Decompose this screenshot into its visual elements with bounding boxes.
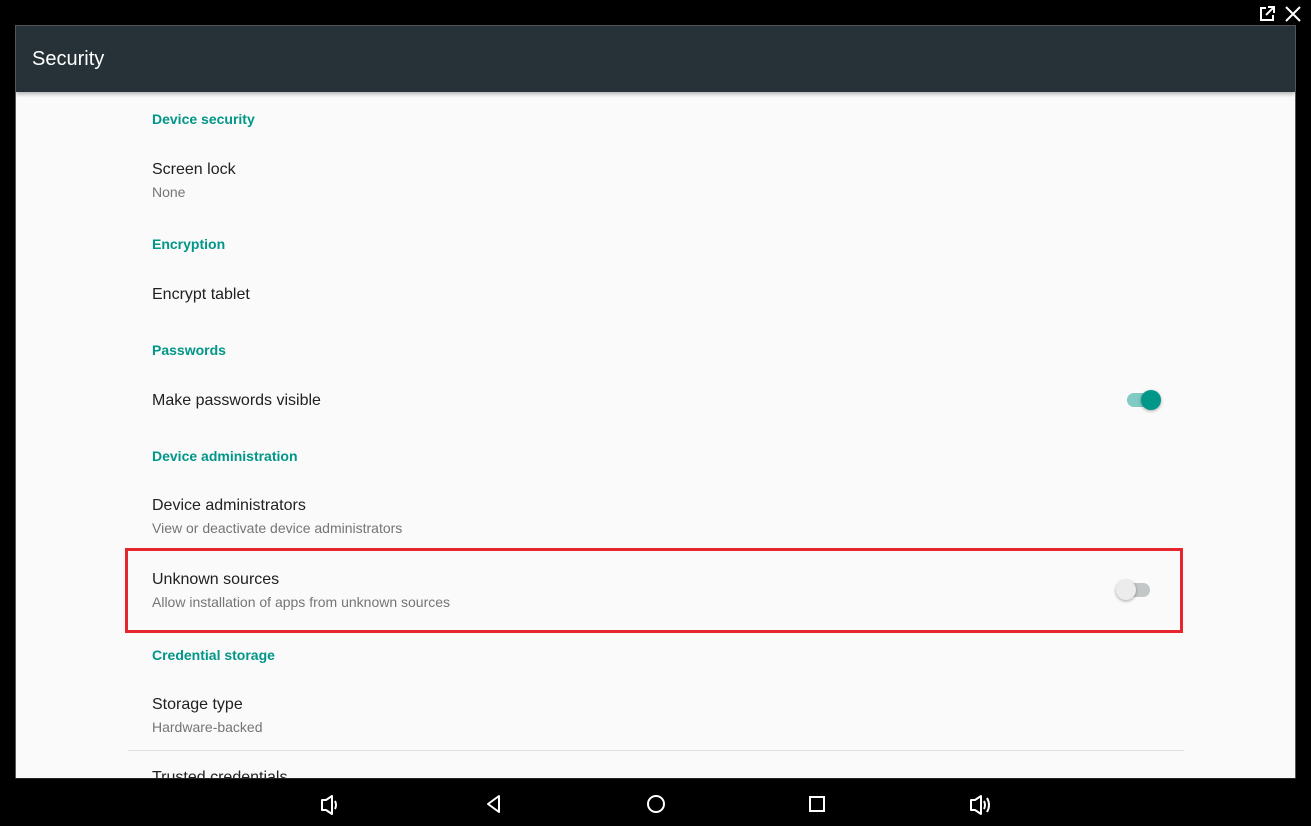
- pref-title: Make passwords visible: [152, 392, 321, 409]
- pref-summary: Hardware-backed: [152, 719, 263, 735]
- pref-title: Screen lock: [152, 161, 236, 178]
- make-passwords-visible-switch[interactable]: [1125, 390, 1161, 410]
- category-credential-storage: Credential storage: [152, 647, 275, 663]
- external-link-icon[interactable]: [1257, 4, 1277, 24]
- pref-encrypt-tablet[interactable]: Encrypt tablet: [152, 286, 1295, 304]
- unknown-sources-switch[interactable]: [1116, 580, 1152, 600]
- app-bar: Security: [16, 26, 1295, 92]
- category-encryption: Encryption: [152, 236, 226, 252]
- pref-title: Storage type: [152, 696, 243, 713]
- pref-summary: None: [152, 184, 186, 200]
- window-controls: [1257, 4, 1303, 24]
- recents-icon[interactable]: [804, 791, 830, 817]
- category-device-administration: Device administration: [152, 448, 298, 464]
- close-icon[interactable]: [1283, 4, 1303, 24]
- back-icon[interactable]: [481, 791, 507, 817]
- pref-title: Device administrators: [152, 497, 306, 514]
- switch-thumb: [1116, 580, 1136, 600]
- pref-device-administrators[interactable]: Device administrators View or deactivate…: [152, 497, 1295, 536]
- category-device-security: Device security: [152, 111, 255, 127]
- pref-summary: View or deactivate device administrators: [152, 520, 403, 536]
- pref-title: Trusted credentials: [152, 769, 288, 778]
- android-screen: Security Device security Screen lock Non…: [15, 25, 1296, 778]
- pref-trusted-credentials[interactable]: Trusted credentials: [152, 769, 1295, 778]
- category-passwords: Passwords: [152, 342, 226, 358]
- navigation-bar: [15, 778, 1296, 826]
- volume-down-icon[interactable]: [317, 791, 343, 817]
- pref-title: Encrypt tablet: [152, 286, 250, 303]
- switch-thumb: [1141, 390, 1161, 410]
- home-icon[interactable]: [643, 791, 669, 817]
- pref-screen-lock[interactable]: Screen lock None: [152, 161, 1295, 200]
- pref-make-passwords-visible[interactable]: Make passwords visible: [152, 392, 1295, 410]
- pref-storage-type[interactable]: Storage type Hardware-backed: [152, 696, 1295, 735]
- volume-up-icon[interactable]: [967, 791, 993, 817]
- page-title: Security: [32, 47, 105, 70]
- divider: [128, 750, 1184, 751]
